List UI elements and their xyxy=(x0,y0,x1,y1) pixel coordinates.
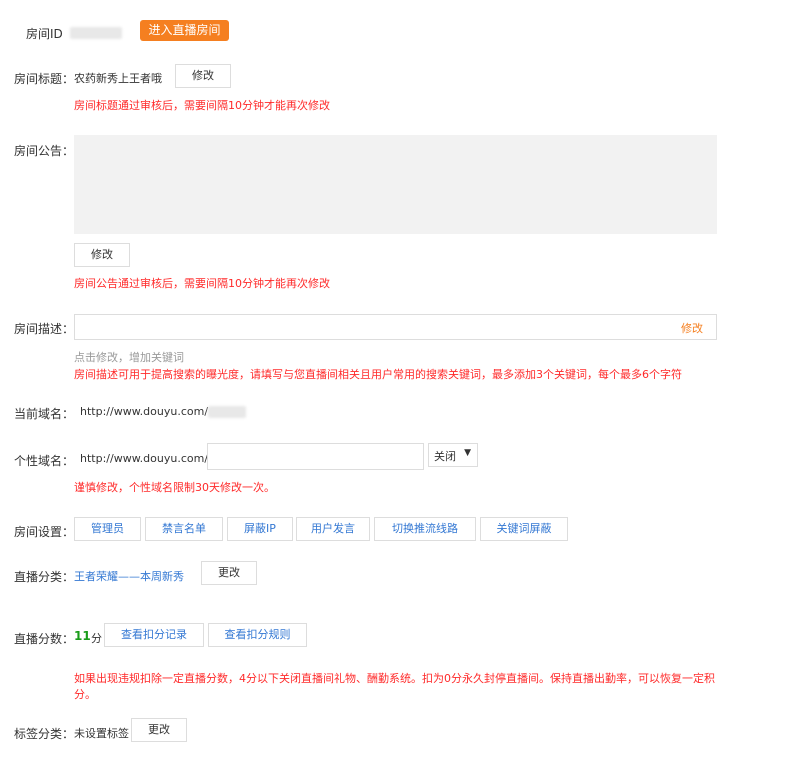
title-edit-button[interactable]: 修改 xyxy=(175,64,231,88)
custom-domain-select[interactable]: 关闭 ▼ xyxy=(428,443,478,467)
settings-switch-stream-button[interactable]: 切换推流线路 xyxy=(374,517,476,541)
score-warning-line1: 如果出现违规扣除一定直播分数，4分以下关闭直播间礼物、酬勤系统。扣为0分永久封停… xyxy=(74,672,715,685)
notice-warning: 房间公告通过审核后，需要间隔10分钟才能再次修改 xyxy=(74,277,330,290)
category-change-button[interactable]: 更改 xyxy=(201,561,257,585)
current-domain-label: 当前域名： xyxy=(14,407,75,421)
current-domain-prefix: http://www.douyu.com/ xyxy=(80,405,209,418)
score-value: 11 xyxy=(74,629,91,643)
description-edit-link[interactable]: 修改 xyxy=(681,320,703,336)
tags-label: 标签分类： xyxy=(14,727,75,741)
custom-domain-select-value: 关闭 xyxy=(434,450,456,463)
tags-value: 未设置标签 xyxy=(74,727,129,740)
custom-domain-prefix: http://www.douyu.com/ xyxy=(80,452,209,465)
custom-domain-label: 个性域名： xyxy=(14,454,75,468)
settings-block-ip-button[interactable]: 屏蔽IP xyxy=(227,517,293,541)
room-settings-label: 房间设置： xyxy=(14,525,75,539)
description-input[interactable]: 修改 xyxy=(74,314,717,340)
score-warning-line2: 分。 xyxy=(74,688,96,701)
title-warning: 房间标题通过审核后，需要间隔10分钟才能再次修改 xyxy=(74,99,330,112)
score-record-button[interactable]: 查看扣分记录 xyxy=(104,623,204,647)
notice-label: 房间公告： xyxy=(14,144,75,158)
score-unit: 分 xyxy=(91,632,102,645)
enter-room-button[interactable]: 进入直播房间 xyxy=(140,20,229,41)
room-id-value-blurred xyxy=(70,27,122,39)
settings-user-speech-button[interactable]: 用户发言 xyxy=(296,517,370,541)
category-label: 直播分类： xyxy=(14,570,75,584)
custom-domain-input[interactable] xyxy=(207,443,424,470)
chevron-down-icon: ▼ xyxy=(464,448,471,458)
category-value-link[interactable]: 王者荣耀——本周新秀 xyxy=(74,568,184,584)
notice-textarea[interactable] xyxy=(74,135,717,234)
settings-admin-button[interactable]: 管理员 xyxy=(74,517,141,541)
title-label: 房间标题： xyxy=(14,72,75,86)
settings-keyword-block-button[interactable]: 关键词屏蔽 xyxy=(480,517,568,541)
current-domain-value-blurred xyxy=(208,406,246,418)
description-warning: 房间描述可用于提高搜索的曝光度，请填写与您直播间相关且用户常用的搜索关键词，最多… xyxy=(74,368,682,381)
title-value: 农药新秀上王者哦 xyxy=(74,72,162,85)
notice-edit-button[interactable]: 修改 xyxy=(74,243,130,267)
description-hint: 点击修改，增加关键词 xyxy=(74,351,184,364)
score-label: 直播分数： xyxy=(14,632,75,646)
tags-change-button[interactable]: 更改 xyxy=(131,718,187,742)
room-id-label: 房间ID xyxy=(26,27,63,41)
custom-domain-warning: 谨慎修改，个性域名限制30天修改一次。 xyxy=(74,481,275,494)
settings-mute-list-button[interactable]: 禁言名单 xyxy=(145,517,223,541)
score-rules-button[interactable]: 查看扣分规则 xyxy=(208,623,307,647)
description-label: 房间描述： xyxy=(14,322,75,336)
